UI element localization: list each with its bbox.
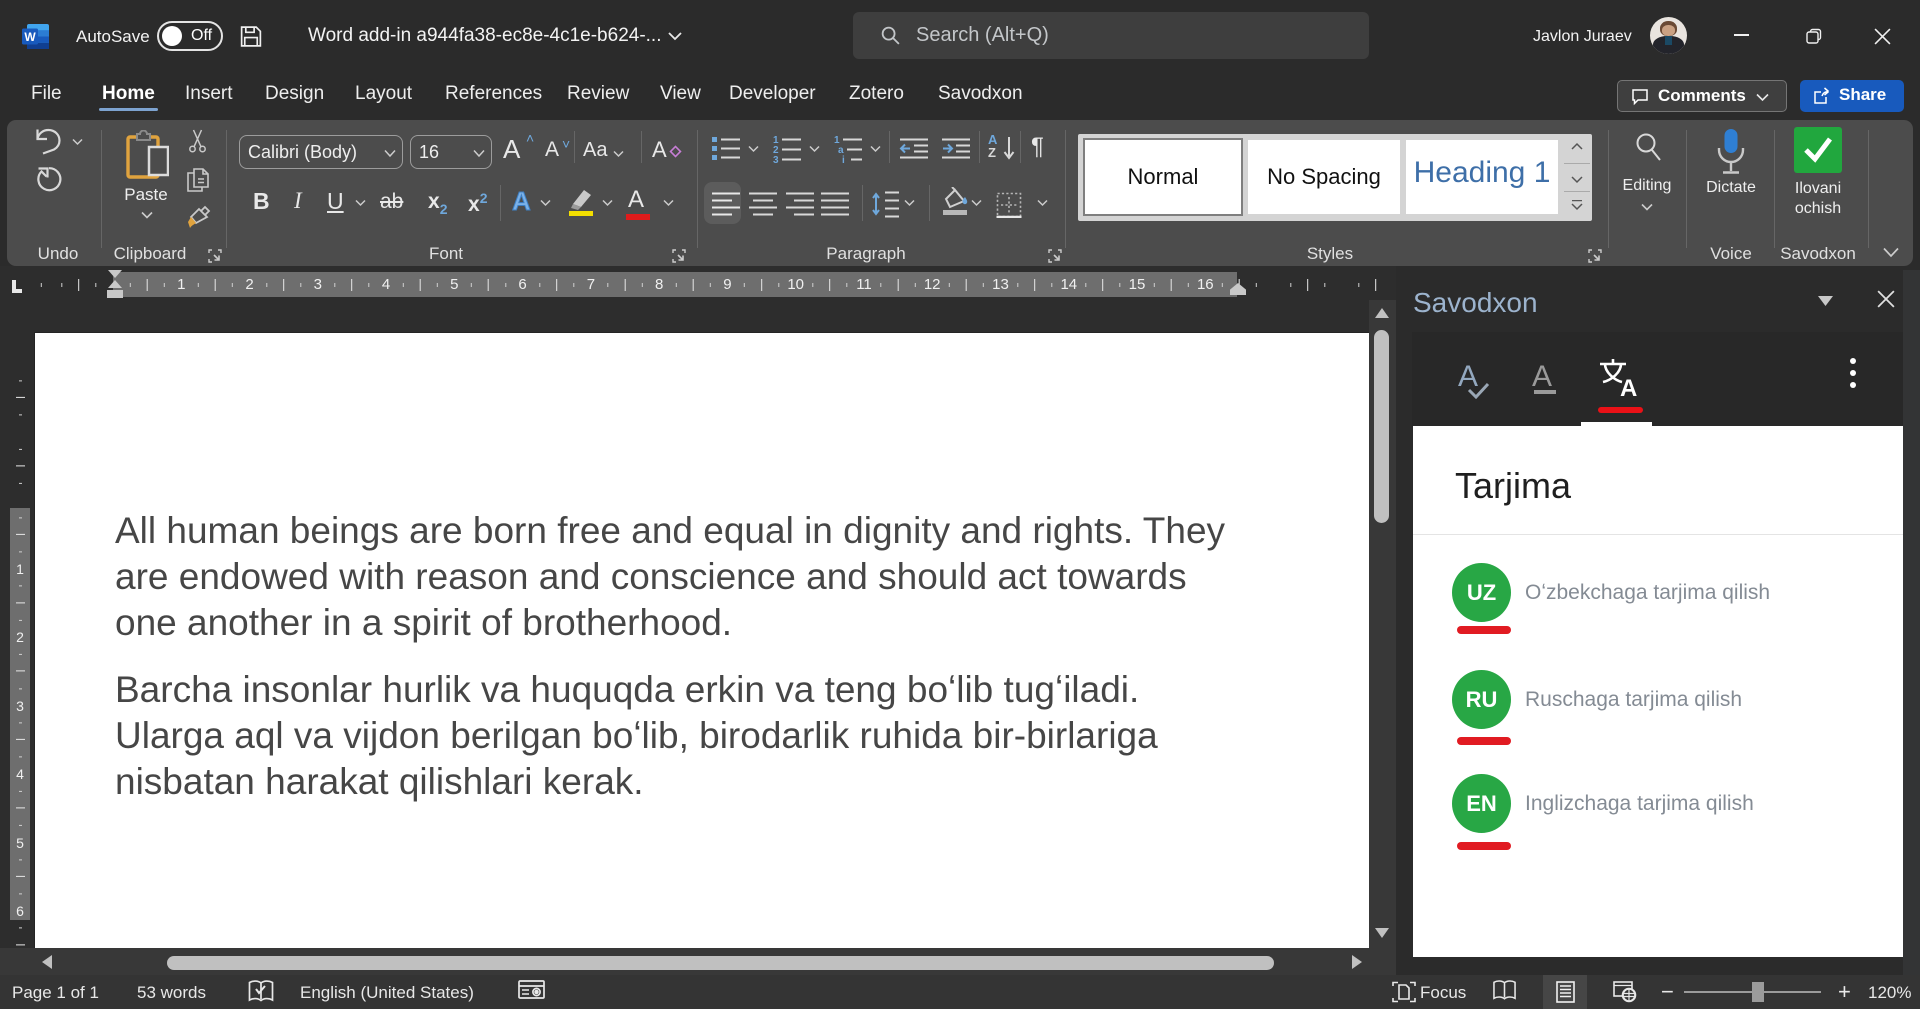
svg-text:A: A	[1620, 375, 1637, 398]
svg-text:i: i	[842, 155, 845, 164]
svg-text:3: 3	[773, 155, 779, 164]
